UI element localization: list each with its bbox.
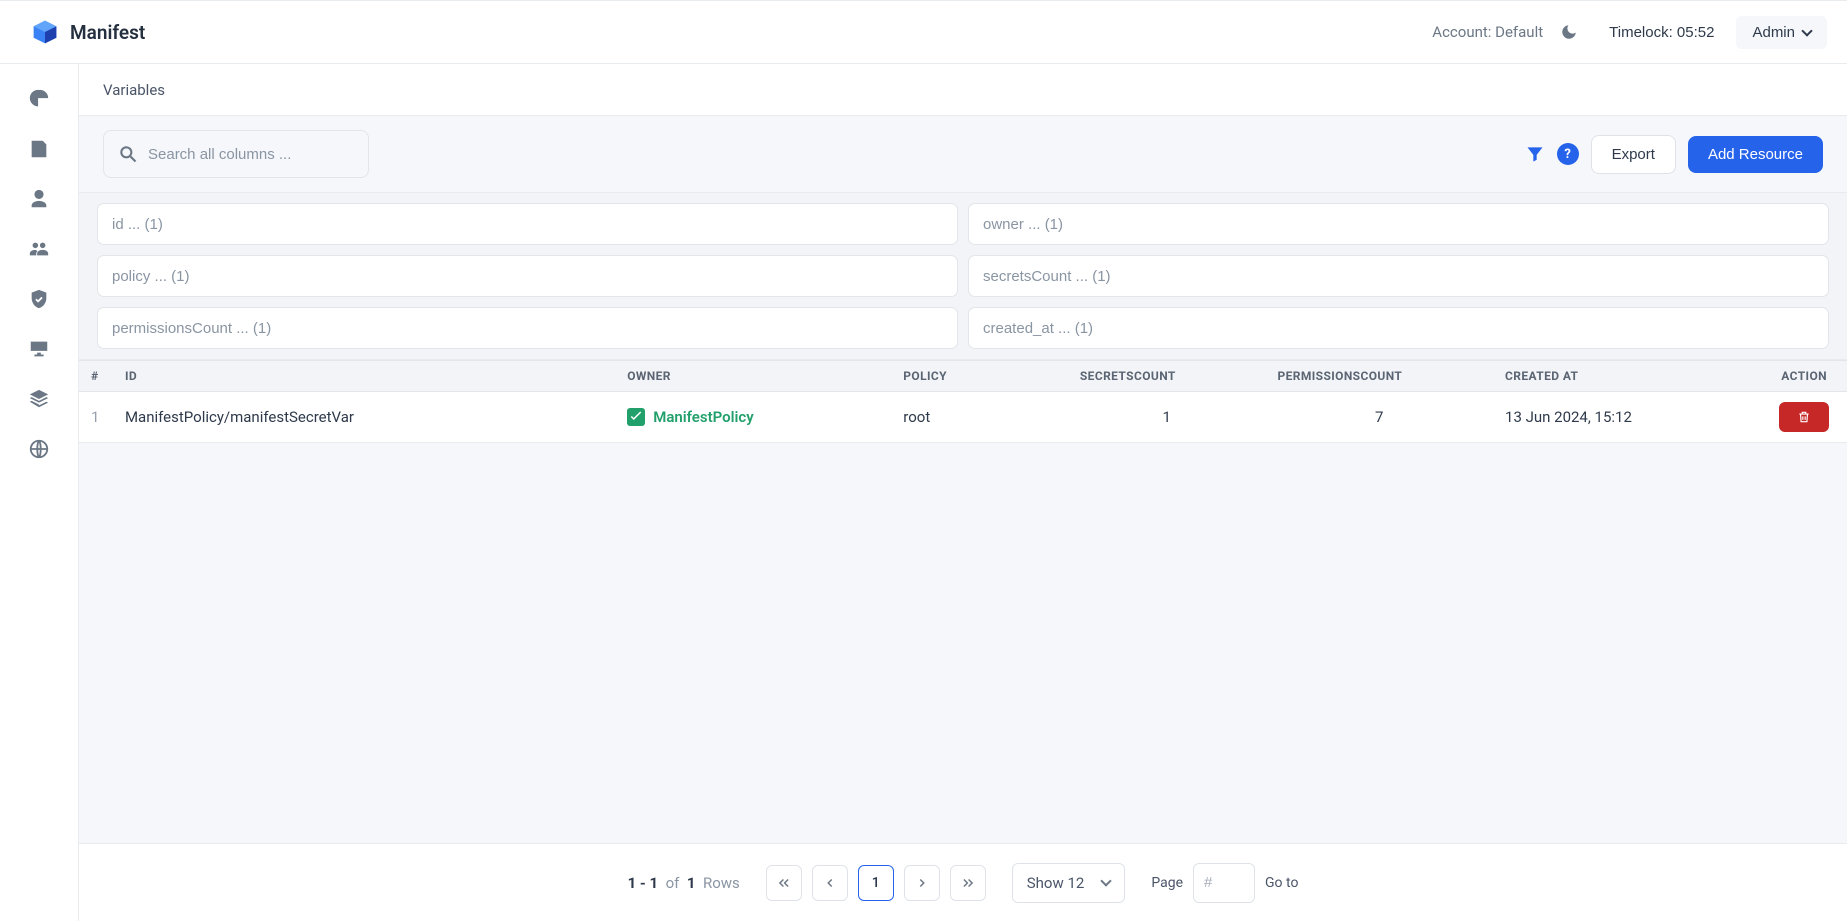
col-num[interactable]: # — [79, 361, 113, 392]
col-created[interactable]: CREATED AT — [1493, 361, 1738, 392]
add-resource-button[interactable]: Add Resource — [1688, 136, 1823, 173]
search-box[interactable] — [103, 130, 369, 178]
chevron-down-icon — [1801, 25, 1812, 36]
cell-owner: ManifestPolicy — [615, 392, 891, 443]
breadcrumb-title: Variables — [103, 81, 165, 99]
col-id[interactable]: ID — [113, 361, 615, 392]
chevrons-right-icon — [961, 876, 975, 890]
nav-policy-icon[interactable] — [28, 288, 50, 310]
cell-policy: root — [891, 392, 1068, 443]
help-icon[interactable]: ? — [1557, 143, 1579, 165]
main: Variables ? Export — [78, 64, 1847, 921]
variables-table: # ID OWNER POLICY SECRETSCOUNT PERMISSIO… — [79, 360, 1847, 443]
next-page-button[interactable] — [904, 865, 940, 901]
nav-layers-icon[interactable] — [28, 388, 50, 410]
delete-button[interactable] — [1779, 402, 1829, 432]
filter-grid — [79, 192, 1847, 360]
moon-icon — [1560, 23, 1578, 41]
nav-expand-icon[interactable] — [28, 897, 50, 921]
nav-host-icon[interactable] — [28, 338, 50, 360]
rows-summary: 1 - 1 of 1 Rows — [628, 874, 740, 892]
last-page-button[interactable] — [950, 865, 986, 901]
filter-permissions-input[interactable] — [97, 307, 958, 349]
breadcrumb: Variables — [79, 64, 1847, 116]
cell-secrets: 1 — [1068, 392, 1266, 443]
cell-id: ManifestPolicy/manifestSecretVar — [113, 392, 615, 443]
chevron-left-icon — [823, 876, 837, 890]
user-menu-label: Admin — [1752, 24, 1795, 41]
filter-policy-input[interactable] — [97, 255, 958, 297]
nav-users-icon[interactable] — [28, 238, 50, 260]
cell-created: 13 Jun 2024, 15:12 — [1493, 392, 1738, 443]
goto-page-input[interactable] — [1193, 863, 1255, 903]
page-size-label: Show 12 — [1027, 874, 1085, 892]
page-size-select[interactable]: Show 12 — [1012, 863, 1126, 903]
user-menu-button[interactable]: Admin — [1736, 16, 1827, 49]
col-owner[interactable]: OWNER — [615, 361, 891, 392]
cell-permissions: 7 — [1265, 392, 1493, 443]
policy-badge-icon — [627, 408, 645, 426]
filter-owner-input[interactable] — [968, 203, 1829, 245]
nav-rail — [0, 64, 78, 921]
pagination-bar: 1 - 1 of 1 Rows — [79, 843, 1847, 921]
nav-globe-icon[interactable] — [28, 438, 50, 460]
theme-toggle-button[interactable] — [1551, 14, 1587, 50]
filter-secrets-input[interactable] — [968, 255, 1829, 297]
search-input[interactable] — [148, 146, 354, 163]
nav-audit-icon[interactable] — [28, 138, 50, 160]
first-page-button[interactable] — [766, 865, 802, 901]
filter-id-input[interactable] — [97, 203, 958, 245]
trash-icon — [1797, 410, 1811, 424]
brand-name: Manifest — [70, 21, 145, 44]
timelock-button[interactable]: Timelock: 05:52 — [1595, 16, 1728, 49]
filter-icon[interactable] — [1525, 144, 1545, 164]
chevrons-left-icon — [777, 876, 791, 890]
export-button[interactable]: Export — [1591, 135, 1676, 174]
col-secrets[interactable]: SECRETSCOUNT — [1068, 361, 1266, 392]
cell-num: 1 — [79, 392, 113, 443]
cell-owner-link[interactable]: ManifestPolicy — [653, 408, 754, 426]
page-label: Page — [1151, 875, 1183, 891]
chevron-right-icon — [915, 876, 929, 890]
col-policy[interactable]: POLICY — [891, 361, 1068, 392]
brand-logo-icon — [32, 19, 58, 45]
current-page[interactable]: 1 — [858, 865, 894, 901]
filter-created-input[interactable] — [968, 307, 1829, 349]
prev-page-button[interactable] — [812, 865, 848, 901]
nav-user-icon[interactable] — [28, 188, 50, 210]
col-action[interactable]: ACTION — [1738, 361, 1847, 392]
nav-dashboard-icon[interactable] — [28, 88, 50, 110]
page-nav-group: 1 — [766, 865, 986, 901]
goto-label[interactable]: Go to — [1265, 875, 1298, 891]
topbar: Manifest Account: Default Timelock: 05:5… — [0, 0, 1847, 64]
toolbar: ? Export Add Resource — [79, 116, 1847, 192]
search-icon — [118, 144, 138, 164]
col-permissions[interactable]: PERMISSIONSCOUNT — [1265, 361, 1493, 392]
goto-group: Page Go to — [1151, 863, 1298, 903]
table-row[interactable]: 1 ManifestPolicy/manifestSecretVar Manif… — [79, 392, 1847, 443]
account-label[interactable]: Account: Default — [1432, 23, 1543, 41]
chevron-down-icon — [1101, 875, 1112, 886]
brand: Manifest — [32, 19, 145, 45]
